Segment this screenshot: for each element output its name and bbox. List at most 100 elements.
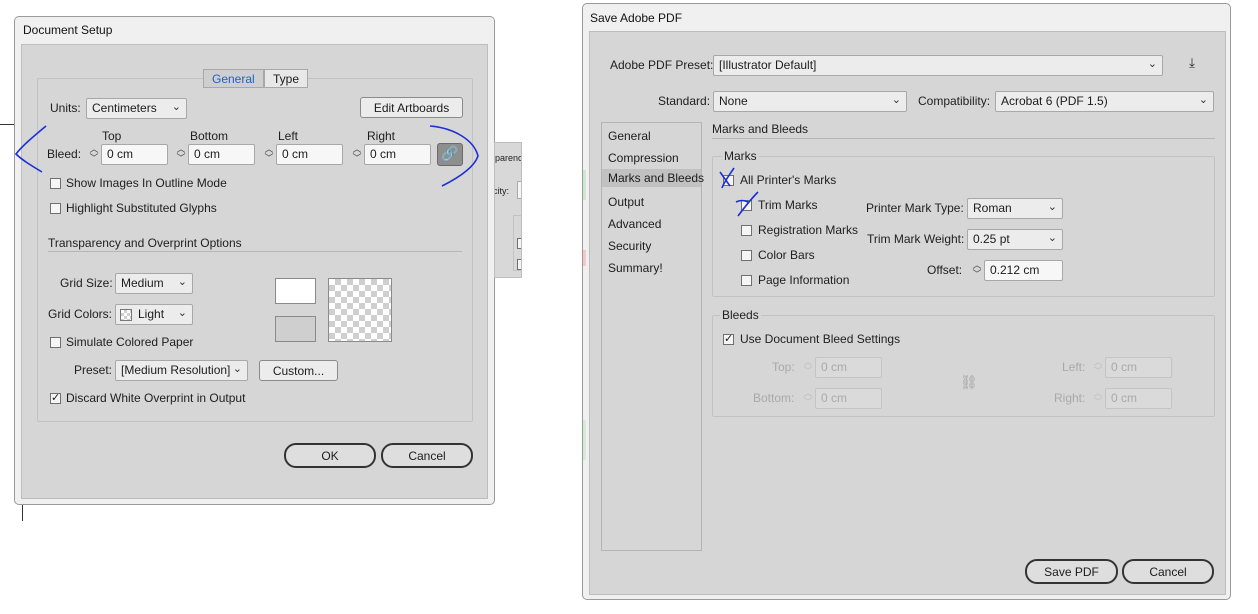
category-nav: General Compression Marks and Bleeds Out… (601, 122, 704, 551)
grid-colors-select[interactable]: Light ⌄ (115, 304, 193, 325)
trim-weight-value: 0.25 pt (973, 232, 1010, 246)
chevron-down-icon: ⌄ (1047, 201, 1057, 213)
nav-compression[interactable]: Compression (608, 149, 679, 167)
nav-security[interactable]: Security (608, 237, 651, 255)
bleed-left-input: 0 cm (1105, 357, 1172, 378)
compatibility-select[interactable]: Acrobat 6 (PDF 1.5) ⌄ (995, 91, 1214, 112)
nav-summary[interactable]: Summary! (608, 259, 663, 277)
document-setup-title: Document Setup (23, 23, 113, 37)
bleed-bottom-label: Bottom: (753, 391, 795, 405)
paper-color-swatch[interactable] (275, 278, 316, 304)
bleed-label: Bleed: (47, 147, 82, 161)
preset-select[interactable]: [Medium Resolution] ⌄ (115, 360, 248, 381)
highlight-glyphs-checkbox[interactable] (50, 203, 61, 214)
save-pdf-button[interactable]: Save PDF (1025, 559, 1118, 584)
ink-annotation-check-trim-marks (735, 191, 759, 217)
chevron-down-icon: ⌄ (171, 101, 181, 113)
ink-annotation-check-printers-marks (719, 167, 735, 189)
bleed-right-stepper[interactable]: ︿ ﹀ (350, 144, 364, 165)
grid-size-select[interactable]: Medium ⌄ (115, 273, 193, 294)
save-pdf-title: Save Adobe PDF (590, 11, 683, 25)
tab-type[interactable]: Type (264, 69, 309, 88)
bleed-bottom-stepper[interactable]: ︿ ﹀ (174, 144, 188, 165)
discard-white-label: Discard White Overprint in Output (66, 391, 246, 405)
document-setup-window: Document Setup General Type Units: Centi… (14, 16, 495, 505)
nav-advanced[interactable]: Advanced (608, 215, 661, 233)
nav-general[interactable]: General (608, 127, 651, 145)
edit-artboards-button[interactable]: Edit Artboards (360, 97, 463, 118)
highlight-glyphs-label: Highlight Substituted Glyphs (66, 201, 217, 215)
ink-annotation-left-bracket (14, 125, 47, 173)
bleed-top-stepper[interactable]: ︿ ﹀ (87, 144, 101, 165)
discard-white-checkbox[interactable] (50, 391, 61, 404)
background-panel-label: parenc (495, 153, 522, 163)
pdf-preset-value: [Illustrator Default] (719, 58, 817, 72)
bleed-top-label: Top: (772, 360, 795, 374)
preset-value: [Medium Resolution] (121, 363, 231, 377)
bleed-left-label: Left: (1062, 360, 1086, 374)
page-information-checkbox[interactable] (741, 275, 752, 286)
bleed-bottom-input[interactable]: 0 cm (188, 144, 255, 165)
color-bars-label: Color Bars (758, 248, 815, 262)
transparency-divider (48, 251, 462, 252)
save-preset-icon[interactable]: ⤓ (1182, 55, 1202, 76)
use-doc-bleed-checkbox[interactable] (723, 332, 734, 345)
mark-type-select[interactable]: Roman ⌄ (967, 198, 1063, 219)
section-title: Marks and Bleeds (712, 122, 809, 136)
color-bars-checkbox[interactable] (741, 250, 752, 261)
grid-size-value: Medium (121, 276, 164, 290)
chevron-down-icon: ⌄ (1198, 94, 1208, 106)
bleed-top-label: Top (102, 129, 122, 143)
pdf-preset-select[interactable]: [Illustrator Default] ⌄ (713, 55, 1163, 76)
trim-weight-select[interactable]: 0.25 pt ⌄ (967, 229, 1063, 250)
compatibility-label: Compatibility: (918, 94, 991, 108)
cancel-button[interactable]: Cancel (381, 443, 473, 468)
offset-label: Offset: (927, 263, 963, 277)
show-images-outline-label: Show Images In Outline Mode (66, 176, 227, 190)
ink-annotation-right-bracket (429, 125, 479, 187)
tab-general[interactable]: General (203, 69, 264, 88)
unlink-icon: ⛓ (960, 374, 978, 390)
mark-type-label: Printer Mark Type: (866, 201, 964, 215)
compatibility-value: Acrobat 6 (PDF 1.5) (1001, 94, 1108, 108)
units-label: Units: (50, 101, 81, 115)
nav-marks-and-bleeds[interactable]: Marks and Bleeds (602, 169, 704, 187)
registration-marks-label: Registration Marks (758, 223, 859, 237)
bleed-top-input[interactable]: 0 cm (101, 144, 168, 165)
registration-marks-checkbox[interactable] (741, 225, 752, 236)
pdf-preset-label: Adobe PDF Preset: (610, 58, 714, 72)
grid-color-swatch[interactable] (275, 316, 316, 342)
offset-stepper[interactable]: ︿ ﹀ (970, 260, 984, 281)
standard-select[interactable]: None ⌄ (713, 91, 907, 112)
bleed-bottom-label: Bottom (190, 129, 229, 143)
grid-color-swatch-icon (120, 309, 132, 321)
bleed-left-stepper[interactable]: ︿ ﹀ (262, 144, 276, 165)
offset-input[interactable]: 0.212 cm (984, 260, 1063, 281)
bleed-top-input: 0 cm (815, 357, 882, 378)
bleed-right-label: Right (367, 129, 396, 143)
trim-marks-label: Trim Marks (758, 198, 818, 212)
section-divider (712, 138, 1215, 139)
trim-weight-label: Trim Mark Weight: (867, 232, 965, 246)
bleed-right-label: Right: (1054, 391, 1086, 405)
bleed-left-input[interactable]: 0 cm (276, 144, 343, 165)
custom-button[interactable]: Custom... (259, 360, 338, 381)
cancel-button[interactable]: Cancel (1122, 559, 1214, 584)
use-doc-bleed-label: Use Document Bleed Settings (740, 332, 901, 346)
background-panel-checkbox (517, 238, 521, 249)
background-panel-checkbox (517, 259, 521, 270)
simulate-paper-checkbox[interactable] (50, 337, 61, 348)
background-transparency-panel: parenc city: (494, 142, 522, 278)
bleed-right-input[interactable]: 0 cm (364, 144, 431, 165)
ok-button[interactable]: OK (284, 443, 376, 468)
all-printers-marks-label: All Printer's Marks (740, 173, 837, 187)
transparency-grid-preview (328, 278, 392, 342)
units-select[interactable]: Centimeters ⌄ (86, 98, 187, 119)
transparency-header: Transparency and Overprint Options (48, 236, 242, 250)
page-information-label: Page Information (758, 273, 850, 287)
text-cursor-line (22, 505, 23, 521)
save-pdf-body: Adobe PDF Preset: [Illustrator Default] … (589, 31, 1226, 595)
edge-artifact (583, 420, 586, 460)
bleed-left-stepper: ︿ ﹀ (1093, 357, 1103, 376)
nav-output[interactable]: Output (608, 193, 644, 211)
